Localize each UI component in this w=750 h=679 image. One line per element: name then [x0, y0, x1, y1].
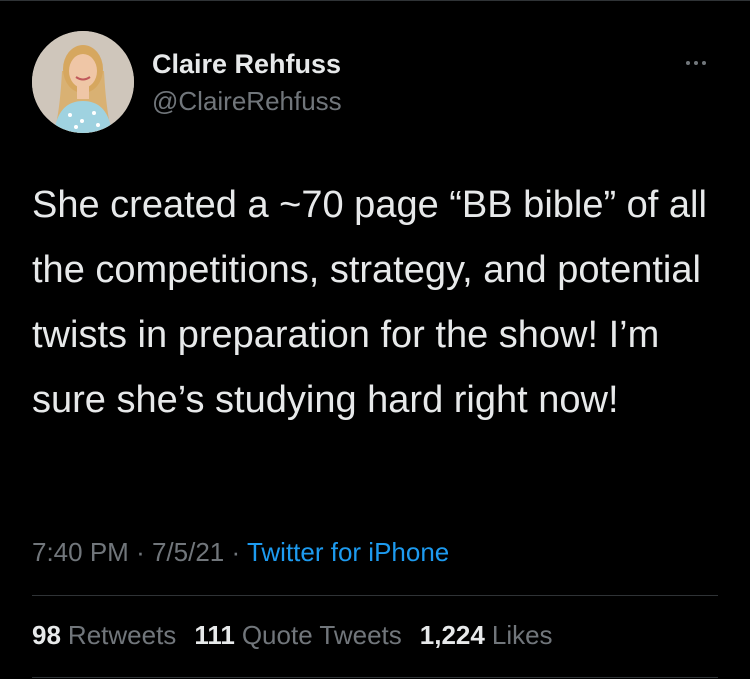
divider [32, 677, 718, 678]
user-handle[interactable]: @ClaireRehfuss [152, 86, 342, 116]
quote-tweets-stat[interactable]: 111 Quote Tweets [194, 618, 401, 652]
tweet-source-link[interactable]: Twitter for iPhone [247, 537, 449, 567]
top-divider [0, 0, 750, 1]
meta-separator: · [136, 537, 145, 567]
meta-separator: · [231, 537, 241, 567]
tweet-date[interactable]: 7/5/21 [152, 537, 224, 567]
display-name[interactable]: Claire Rehfuss [152, 48, 341, 80]
tweet-time[interactable]: 7:40 PM [32, 537, 129, 567]
likes-label: Likes [491, 620, 553, 650]
retweets-count: 98 [32, 620, 61, 650]
likes-count: 1,224 [419, 620, 485, 650]
avatar-image [32, 31, 134, 133]
quote-tweets-label: Quote Tweets [241, 620, 402, 650]
likes-stat[interactable]: 1,224 Likes [420, 618, 553, 652]
tweet-stats: 98 Retweets 111 Quote Tweets 1,224 Likes [32, 618, 553, 652]
more-options-button[interactable] [676, 53, 716, 73]
more-horizontal-icon [686, 61, 706, 65]
avatar[interactable] [32, 31, 134, 133]
divider [32, 595, 718, 596]
retweets-label: Retweets [67, 620, 177, 650]
tweet-meta: 7:40 PM · 7/5/21 · Twitter for iPhone [32, 535, 449, 569]
tweet-text: She created a ~70 page “BB bible” of all… [32, 184, 707, 421]
quote-tweets-count: 111 [194, 620, 235, 650]
retweets-stat[interactable]: 98 Retweets [32, 618, 176, 652]
